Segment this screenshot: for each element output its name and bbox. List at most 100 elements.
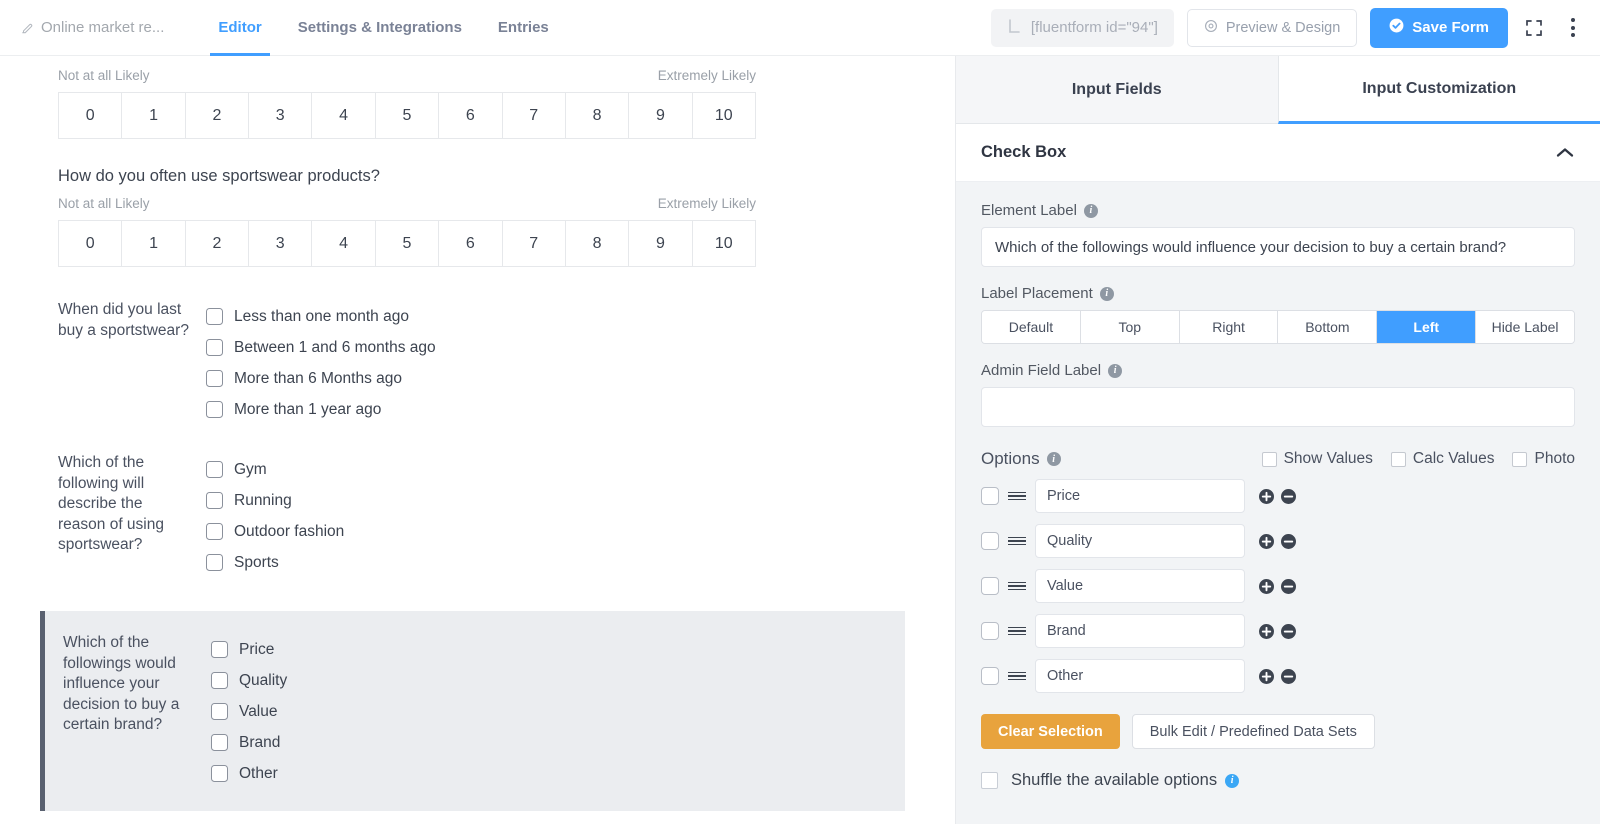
nps-cell[interactable]: 4 bbox=[312, 93, 375, 138]
checkbox-option[interactable]: Other bbox=[211, 758, 287, 789]
nps-cell[interactable]: 8 bbox=[566, 93, 629, 138]
checkbox-box[interactable] bbox=[206, 461, 223, 478]
minus-circle-icon[interactable] bbox=[1281, 534, 1296, 549]
plus-circle-icon[interactable] bbox=[1259, 624, 1274, 639]
checkbox-box[interactable] bbox=[211, 672, 228, 689]
calc-values-toggle[interactable]: Calc Values bbox=[1391, 450, 1495, 468]
checkbox-box[interactable] bbox=[211, 765, 228, 782]
shortcode-field[interactable]: [fluentform id="94"] bbox=[991, 9, 1174, 47]
drag-handle-icon[interactable] bbox=[999, 624, 1035, 637]
nps-cell[interactable]: 8 bbox=[566, 221, 629, 266]
tab-input-customization[interactable]: Input Customization bbox=[1278, 56, 1600, 124]
minus-circle-icon[interactable] bbox=[1281, 579, 1296, 594]
tab-editor[interactable]: Editor bbox=[200, 0, 279, 56]
nps-cell[interactable]: 7 bbox=[503, 221, 566, 266]
shuffle-options-row[interactable]: Shuffle the available options i bbox=[981, 771, 1575, 790]
nps-cell[interactable]: 3 bbox=[249, 93, 312, 138]
plus-circle-icon[interactable] bbox=[1259, 534, 1274, 549]
info-icon[interactable]: i bbox=[1047, 452, 1061, 466]
label-placement-bottom[interactable]: Bottom bbox=[1278, 311, 1377, 343]
checkbox-option[interactable]: Brand bbox=[211, 727, 287, 758]
form-name[interactable]: Online market re... bbox=[20, 19, 164, 36]
preview-design-button[interactable]: Preview & Design bbox=[1187, 9, 1357, 47]
checkbox-box[interactable] bbox=[206, 492, 223, 509]
checkbox-option[interactable]: Sports bbox=[206, 547, 344, 578]
nps-cell[interactable]: 5 bbox=[376, 221, 439, 266]
option-default-checkbox[interactable] bbox=[981, 487, 999, 505]
form-field-checkbox-3-selected[interactable]: Which of the followings would influence … bbox=[40, 611, 905, 811]
nps-cell[interactable]: 1 bbox=[122, 221, 185, 266]
info-icon[interactable]: i bbox=[1084, 204, 1098, 218]
option-value-input[interactable] bbox=[1035, 659, 1245, 693]
nps-cell[interactable]: 6 bbox=[439, 221, 502, 266]
checkbox-option[interactable]: Between 1 and 6 months ago bbox=[206, 332, 436, 363]
nps-cell[interactable]: 0 bbox=[59, 221, 122, 266]
minus-circle-icon[interactable] bbox=[1281, 489, 1296, 504]
chevron-up-icon[interactable] bbox=[1555, 146, 1575, 159]
kebab-menu-icon[interactable] bbox=[1560, 15, 1586, 41]
save-form-button[interactable]: Save Form bbox=[1370, 8, 1508, 48]
option-value-input[interactable] bbox=[1035, 569, 1245, 603]
nps-cell[interactable]: 9 bbox=[629, 93, 692, 138]
label-placement-right[interactable]: Right bbox=[1180, 311, 1279, 343]
checkbox-option[interactable]: Quality bbox=[211, 665, 287, 696]
shuffle-checkbox[interactable] bbox=[981, 772, 998, 789]
tab-input-fields[interactable]: Input Fields bbox=[956, 56, 1278, 124]
form-field-checkbox-1[interactable]: When did you last buy a sportstwear? Les… bbox=[0, 267, 955, 425]
nps-cell[interactable]: 10 bbox=[693, 93, 756, 138]
checkbox-box[interactable] bbox=[206, 308, 223, 325]
info-icon[interactable]: i bbox=[1100, 287, 1114, 301]
photo-checkbox[interactable] bbox=[1512, 452, 1527, 467]
drag-handle-icon[interactable] bbox=[999, 534, 1035, 547]
tab-entries[interactable]: Entries bbox=[480, 0, 567, 56]
checkbox-box[interactable] bbox=[206, 339, 223, 356]
checkbox-option[interactable]: Running bbox=[206, 485, 344, 516]
label-placement-left[interactable]: Left bbox=[1377, 311, 1476, 343]
option-default-checkbox[interactable] bbox=[981, 667, 999, 685]
bulk-edit-button[interactable]: Bulk Edit / Predefined Data Sets bbox=[1132, 714, 1375, 749]
show-values-toggle[interactable]: Show Values bbox=[1262, 450, 1373, 468]
nps-cell[interactable]: 2 bbox=[186, 221, 249, 266]
nps-cell[interactable]: 4 bbox=[312, 221, 375, 266]
drag-handle-icon[interactable] bbox=[999, 579, 1035, 592]
info-icon[interactable]: i bbox=[1225, 774, 1239, 788]
nps-cell[interactable]: 1 bbox=[122, 93, 185, 138]
checkbox-option[interactable]: More than 6 Months ago bbox=[206, 363, 436, 394]
clear-selection-button[interactable]: Clear Selection bbox=[981, 714, 1120, 749]
checkbox-option[interactable]: Gym bbox=[206, 454, 344, 485]
checkbox-box[interactable] bbox=[211, 641, 228, 658]
label-placement-hide-label[interactable]: Hide Label bbox=[1476, 311, 1574, 343]
option-default-checkbox[interactable] bbox=[981, 622, 999, 640]
tab-settings-integrations[interactable]: Settings & Integrations bbox=[280, 0, 480, 56]
option-value-input[interactable] bbox=[1035, 524, 1245, 558]
nps-cell[interactable]: 9 bbox=[629, 221, 692, 266]
form-field-nps-1[interactable]: Not at all Likely Extremely Likely 0 1 2… bbox=[0, 56, 955, 139]
nps-cell[interactable]: 7 bbox=[503, 93, 566, 138]
plus-circle-icon[interactable] bbox=[1259, 669, 1274, 684]
checkbox-option[interactable]: Outdoor fashion bbox=[206, 516, 344, 547]
nps-cell[interactable]: 2 bbox=[186, 93, 249, 138]
admin-field-label-input[interactable] bbox=[981, 387, 1575, 427]
drag-handle-icon[interactable] bbox=[999, 669, 1035, 682]
plus-circle-icon[interactable] bbox=[1259, 489, 1274, 504]
checkbox-box[interactable] bbox=[206, 523, 223, 540]
nps-cell[interactable]: 0 bbox=[59, 93, 122, 138]
drag-handle-icon[interactable] bbox=[999, 489, 1035, 502]
photo-toggle[interactable]: Photo bbox=[1512, 450, 1575, 468]
nps-cell[interactable]: 10 bbox=[693, 221, 756, 266]
nps-cell[interactable]: 3 bbox=[249, 221, 312, 266]
minus-circle-icon[interactable] bbox=[1281, 624, 1296, 639]
label-placement-default[interactable]: Default bbox=[982, 311, 1081, 343]
panel-section-header[interactable]: Check Box bbox=[956, 124, 1600, 182]
calc-values-checkbox[interactable] bbox=[1391, 452, 1406, 467]
checkbox-option[interactable]: Price bbox=[211, 634, 287, 665]
checkbox-option[interactable]: Value bbox=[211, 696, 287, 727]
checkbox-box[interactable] bbox=[211, 734, 228, 751]
checkbox-box[interactable] bbox=[211, 703, 228, 720]
form-field-checkbox-2[interactable]: Which of the following will describe the… bbox=[0, 425, 955, 578]
checkbox-option[interactable]: More than 1 year ago bbox=[206, 394, 436, 425]
option-value-input[interactable] bbox=[1035, 479, 1245, 513]
label-placement-top[interactable]: Top bbox=[1081, 311, 1180, 343]
element-label-input[interactable] bbox=[981, 227, 1575, 267]
option-value-input[interactable] bbox=[1035, 614, 1245, 648]
